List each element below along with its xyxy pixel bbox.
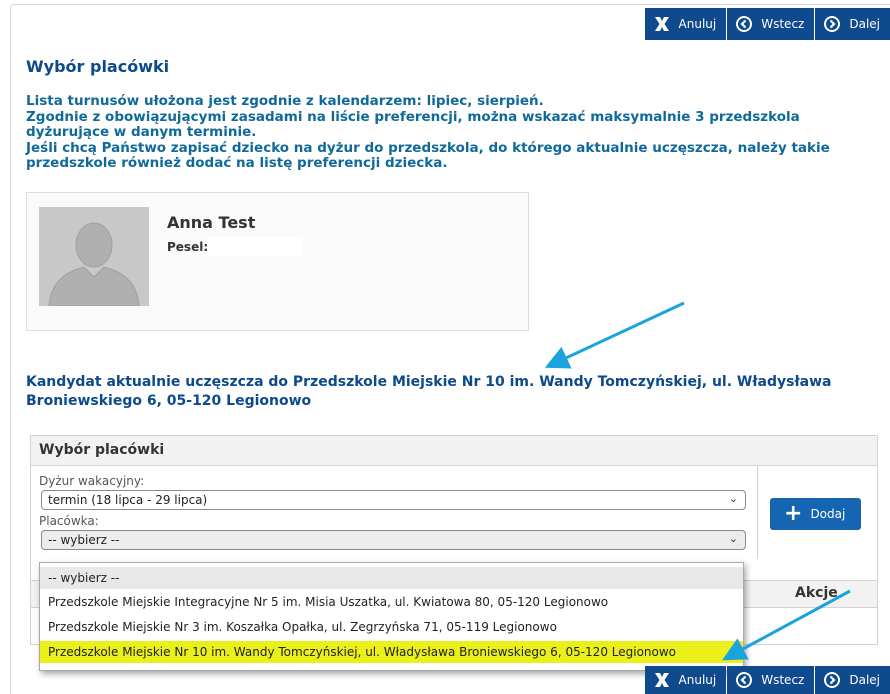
add-button[interactable]: + Dodaj — [770, 498, 861, 530]
back-label: Wstecz — [761, 17, 805, 31]
next-button[interactable]: Dalej — [815, 666, 890, 694]
panel-title: Wybór placówki — [31, 436, 877, 466]
next-label: Dalej — [849, 673, 880, 687]
chevron-down-icon: ⌄ — [728, 492, 738, 505]
arrow-right-circle-icon — [823, 15, 841, 33]
top-toolbar: Anuluj Wstecz Dalej — [644, 8, 890, 40]
info-text: Lista turnusów ułożona jest zgodnie z ka… — [26, 93, 856, 172]
duty-label: Dyżur wakacyjny: — [39, 474, 145, 488]
duty-select[interactable]: termin (18 lipca - 29 lipca) ⌄ — [41, 490, 746, 510]
close-icon — [653, 672, 671, 688]
cancel-button[interactable]: Anuluj — [644, 8, 727, 40]
chevron-down-icon: ⌄ — [728, 532, 738, 545]
dropdown-option-highlighted[interactable]: Przedszkole Miejskie Nr 10 im. Wandy Tom… — [40, 641, 743, 663]
next-label: Dalej — [849, 17, 880, 31]
plus-icon: + — [784, 501, 803, 526]
cancel-label: Anuluj — [678, 17, 717, 31]
current-school-text: Kandydat aktualnie uczęszcza do Przedszk… — [26, 374, 832, 409]
actions-column-header: Akcje — [795, 585, 838, 601]
candidate-name: Anna Test — [167, 213, 256, 232]
facility-select-value: -- wybierz -- — [48, 533, 120, 547]
bottom-toolbar: Anuluj Wstecz Dalej — [644, 666, 890, 694]
back-button[interactable]: Wstecz — [727, 666, 815, 694]
dropdown-option[interactable]: -- wybierz -- — [40, 567, 743, 589]
info-line: Jeśli chcą Państwo zapisać dziecko na dy… — [26, 139, 830, 171]
arrow-right-circle-icon — [823, 671, 841, 689]
back-label: Wstecz — [761, 673, 805, 687]
pesel-value-redacted — [207, 237, 302, 256]
back-button[interactable]: Wstecz — [727, 8, 815, 40]
cancel-button[interactable]: Anuluj — [644, 666, 727, 694]
next-button[interactable]: Dalej — [815, 8, 890, 40]
pesel-label: Pesel: — [167, 240, 209, 254]
arrow-left-circle-icon — [735, 671, 753, 689]
info-line: Zgodnie z obowiązującymi zasadami na liś… — [26, 108, 800, 140]
close-icon — [653, 16, 671, 32]
facility-select[interactable]: -- wybierz -- ⌄ — [41, 530, 746, 550]
avatar-placeholder-icon — [39, 207, 149, 306]
panel-actions: + Dodaj — [758, 466, 878, 559]
dropdown-option[interactable]: Przedszkole Miejskie Nr 3 im. Koszałka O… — [40, 616, 743, 638]
dropdown-option[interactable]: Przedszkole Miejskie Integracyjne Nr 5 i… — [40, 591, 743, 613]
arrow-left-circle-icon — [735, 15, 753, 33]
info-line: Lista turnusów ułożona jest zgodnie z ka… — [26, 93, 544, 109]
add-label: Dodaj — [810, 507, 846, 521]
duty-select-value: termin (18 lipca - 29 lipca) — [48, 493, 208, 507]
facility-label: Placówka: — [39, 514, 99, 528]
cancel-label: Anuluj — [678, 673, 717, 687]
facility-dropdown-list: -- wybierz -- Przedszkole Miejskie Integ… — [39, 562, 744, 671]
candidate-card: Anna Test Pesel: — [26, 192, 529, 331]
panel-form: Dyżur wakacyjny: termin (18 lipca - 29 l… — [31, 466, 758, 559]
page-title: Wybór placówki — [26, 57, 170, 76]
